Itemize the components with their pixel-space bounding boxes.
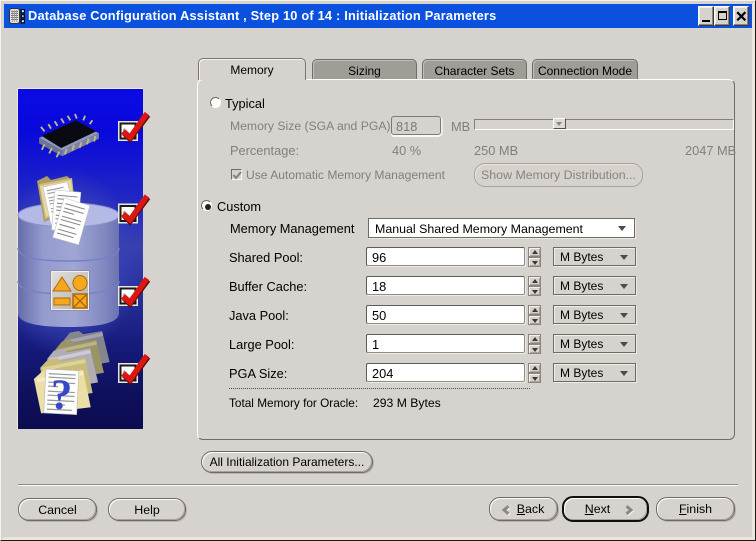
svg-text:?: ? (49, 371, 73, 419)
